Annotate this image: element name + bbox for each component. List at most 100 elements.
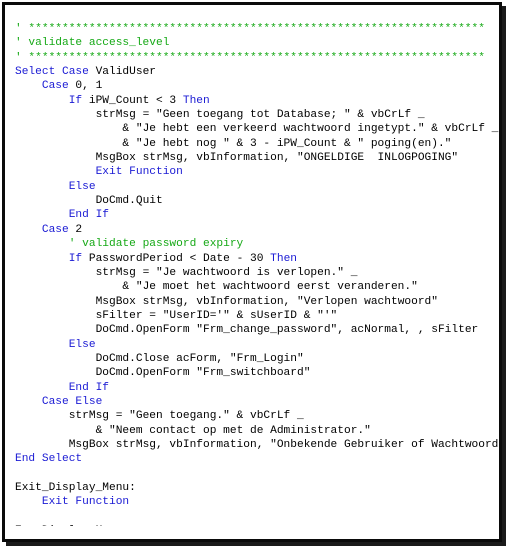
code-line: Else	[15, 338, 499, 352]
code-token-comment: ' **************************************…	[15, 51, 485, 64]
code-line: If iPW_Count < 3 Then	[15, 94, 499, 108]
code-token-keyword: Then	[182, 94, 210, 107]
code-token-keyword: Then	[270, 252, 297, 265]
code-token-keyword: Else	[68, 180, 96, 193]
code-line: Else	[15, 180, 499, 194]
code-token-keyword: If	[68, 94, 83, 107]
code-token-comment: ' **************************************…	[15, 23, 485, 35]
code-token-plain: sFilter = "UserID='" & sUserID & "'"	[95, 309, 338, 322]
code-line: Exit Function	[15, 495, 499, 509]
code-token-plain: 0, 1	[68, 80, 103, 93]
code-token-plain: & "Je hebt een verkeerd wachtwoord inget…	[122, 123, 499, 136]
code-line: ' **************************************…	[15, 51, 499, 65]
code-token-plain: DoCmd.OpenForm "Frm_switchboard"	[95, 367, 311, 380]
code-line: ' validate password expiry	[15, 237, 499, 251]
code-line: ' validate access_level	[15, 36, 499, 50]
code-line: & "Je hebt nog " & 3 - iPW_Count & " pog…	[15, 137, 499, 151]
code-token-keyword: Case Else	[41, 395, 103, 408]
code-line: End If	[15, 381, 499, 395]
code-token-plain: MsgBox strMsg, vbInformation, "Verlopen …	[95, 295, 438, 308]
code-token-keyword: Else	[68, 338, 96, 351]
code-token-plain: DoCmd.Quit	[95, 195, 163, 208]
code-token-plain: ValidUser	[88, 66, 156, 79]
code-line: Err_Display_Menu:	[15, 524, 499, 526]
code-token-plain: 2	[68, 223, 83, 236]
code-line: Case 0, 1	[15, 79, 499, 93]
code-token-plain: & "Je moet het wachtwoord eerst verander…	[122, 281, 418, 294]
code-token-plain: DoCmd.OpenForm "Frm_change_password", ac…	[95, 324, 479, 337]
code-token-plain: strMsg = "Je wachtwoord is verlopen." _	[95, 266, 358, 279]
code-token-comment: ' validate password expiry	[68, 238, 244, 251]
code-token-plain: Err_Display_Menu:	[15, 525, 129, 526]
code-line: Exit Function	[15, 165, 499, 179]
code-token-keyword: End If	[68, 209, 110, 222]
code-listing[interactable]: ' **************************************…	[5, 18, 499, 526]
code-line: strMsg = "Geen toegang tot Database; " &…	[15, 108, 499, 122]
code-line: If PasswordPeriod < Date - 30 Then	[15, 252, 499, 266]
code-line: Case 2	[15, 223, 499, 237]
code-line: & "Je moet het wachtwoord eerst verander…	[15, 280, 499, 294]
code-token-plain: strMsg = "Geen toegang tot Database; " &…	[95, 109, 425, 122]
code-line: strMsg = "Je wachtwoord is verlopen." _	[15, 266, 499, 280]
code-line: DoCmd.OpenForm "Frm_switchboard"	[15, 366, 499, 380]
code-line: End If	[15, 208, 499, 222]
code-line: Select Case ValidUser	[15, 65, 499, 79]
code-line: sFilter = "UserID='" & sUserID & "'"	[15, 309, 499, 323]
code-line: DoCmd.Close acForm, "Frm_Login"	[15, 352, 499, 366]
code-token-plain: MsgBox strMsg, vbInformation, "Onbekende…	[68, 438, 499, 451]
code-token-plain: MsgBox strMsg, vbInformation, "ONGELDIGE…	[95, 152, 459, 165]
code-line: Exit_Display_Menu:	[15, 481, 499, 495]
code-token-keyword: Select Case	[15, 66, 89, 79]
code-token-plain: PasswordPeriod < Date - 30	[82, 252, 271, 265]
code-line: MsgBox strMsg, vbInformation, "ONGELDIGE…	[15, 151, 499, 165]
code-line: strMsg = "Geen toegang." & vbCrLf _	[15, 409, 499, 423]
code-token-keyword: Exit Function	[41, 496, 130, 509]
code-token-keyword: End Select	[15, 453, 83, 466]
code-line: DoCmd.Quit	[15, 194, 499, 208]
code-token-plain: & "Je hebt nog " & 3 - iPW_Count & " pog…	[122, 137, 452, 150]
code-line: & "Neem contact op met de Administrator.…	[15, 424, 499, 438]
code-token-plain: Exit_Display_Menu:	[15, 482, 136, 494]
code-token-keyword: If	[68, 252, 83, 265]
code-token-keyword: Case	[41, 80, 69, 93]
code-token-plain: iPW_Count < 3	[82, 94, 183, 107]
code-token-comment: ' validate access_level	[15, 37, 170, 50]
code-window: ' **************************************…	[2, 2, 502, 542]
code-line: MsgBox strMsg, vbInformation, "Verlopen …	[15, 295, 499, 309]
code-line: ' **************************************…	[15, 22, 499, 36]
code-line: Case Else	[15, 395, 499, 409]
code-line: End Select	[15, 452, 499, 466]
code-token-keyword: Exit Function	[95, 166, 183, 179]
code-token-keyword: End If	[68, 381, 110, 394]
code-line: & "Je hebt een verkeerd wachtwoord inget…	[15, 122, 499, 136]
code-line: DoCmd.OpenForm "Frm_change_password", ac…	[15, 323, 499, 337]
code-token-plain: strMsg = "Geen toegang." & vbCrLf _	[68, 410, 304, 423]
